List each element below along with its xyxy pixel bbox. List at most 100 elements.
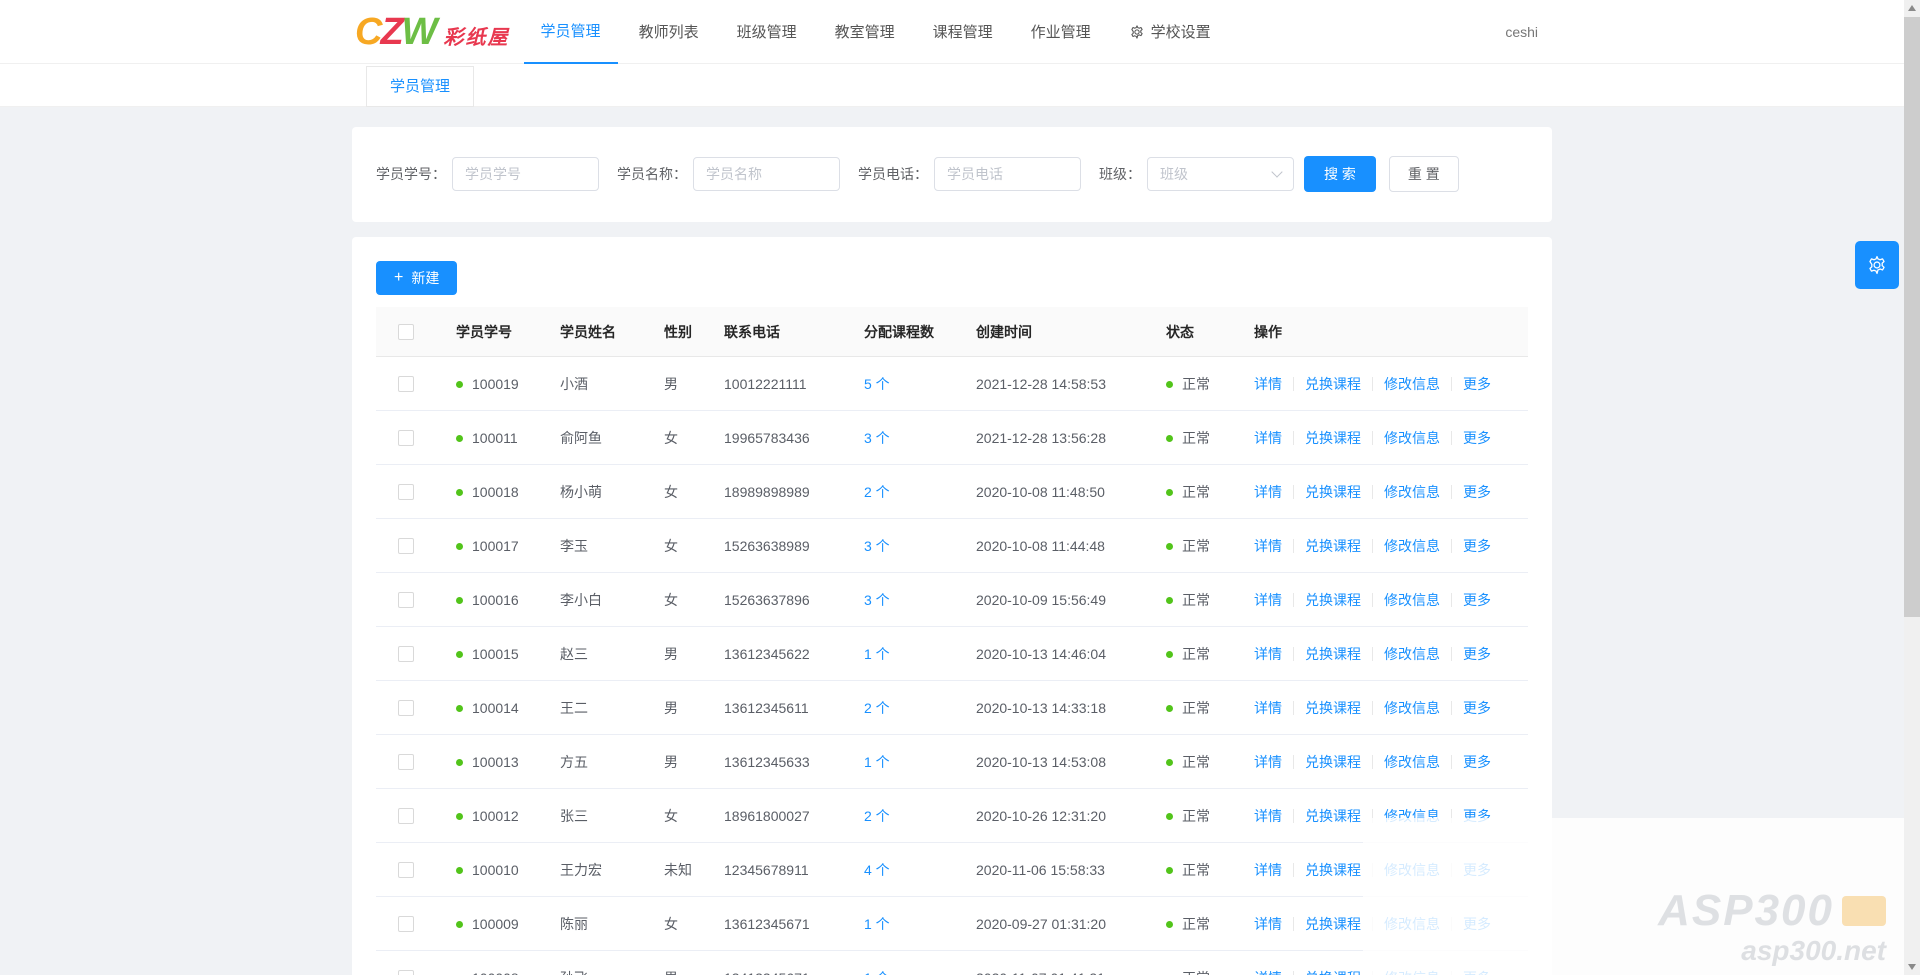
action-exchange-course[interactable]: 兑换课程 <box>1305 538 1361 554</box>
filter-input[interactable] <box>693 157 840 191</box>
action-detail[interactable]: 详情 <box>1254 970 1282 975</box>
student-id: 100015 <box>472 646 519 662</box>
cell-created-time: 2020-10-13 14:46:04 <box>960 646 1150 662</box>
action-more[interactable]: 更多 <box>1463 592 1491 608</box>
action-detail[interactable]: 详情 <box>1254 862 1282 878</box>
row-checkbox[interactable] <box>398 376 414 392</box>
courses-count-link[interactable]: 2 个 <box>864 484 890 500</box>
row-checkbox[interactable] <box>398 646 414 662</box>
student-id: 100018 <box>472 484 519 500</box>
action-detail[interactable]: 详情 <box>1254 376 1282 392</box>
tab-student-management[interactable]: 学员管理 <box>366 66 474 107</box>
action-more[interactable]: 更多 <box>1463 754 1491 770</box>
student-id: 100013 <box>472 754 519 770</box>
nav-item[interactable]: 教室管理 <box>818 0 912 64</box>
action-detail[interactable]: 详情 <box>1254 916 1282 932</box>
student-id: 100011 <box>472 430 518 446</box>
scroll-down-arrow[interactable] <box>1904 959 1920 975</box>
select-all-checkbox[interactable] <box>398 324 414 340</box>
user-name[interactable]: ceshi <box>1505 24 1538 40</box>
action-exchange-course[interactable]: 兑换课程 <box>1305 970 1361 975</box>
courses-count-link[interactable]: 4 个 <box>864 862 890 878</box>
class-select[interactable]: 班级 <box>1147 157 1294 191</box>
nav-item[interactable]: 学员管理 <box>524 0 618 64</box>
cell-status: 正常 <box>1150 644 1238 664</box>
action-more[interactable]: 更多 <box>1463 646 1491 662</box>
action-exchange-course[interactable]: 兑换课程 <box>1305 376 1361 392</box>
action-detail[interactable]: 详情 <box>1254 754 1282 770</box>
create-button[interactable]: + 新建 <box>376 261 457 295</box>
reset-button[interactable]: 重 置 <box>1389 156 1459 192</box>
courses-count-link[interactable]: 2 个 <box>864 808 890 824</box>
nav-item[interactable]: 作业管理 <box>1014 0 1108 64</box>
courses-count-link[interactable]: 5 个 <box>864 376 890 392</box>
action-edit-info[interactable]: 修改信息 <box>1384 430 1440 446</box>
scroll-up-arrow[interactable] <box>1904 0 1920 16</box>
courses-count-link[interactable]: 3 个 <box>864 430 890 446</box>
action-edit-info[interactable]: 修改信息 <box>1384 592 1440 608</box>
action-more[interactable]: 更多 <box>1463 700 1491 716</box>
row-checkbox[interactable] <box>398 484 414 500</box>
action-detail[interactable]: 详情 <box>1254 808 1282 824</box>
row-checkbox[interactable] <box>398 700 414 716</box>
nav-item[interactable]: 教师列表 <box>622 0 716 64</box>
app-logo[interactable]: C Z W 彩纸屋 <box>355 13 510 51</box>
filter-input[interactable] <box>452 157 599 191</box>
row-checkbox[interactable] <box>398 430 414 446</box>
courses-count-link[interactable]: 1 个 <box>864 754 890 770</box>
action-edit-info[interactable]: 修改信息 <box>1384 538 1440 554</box>
status-label: 正常 <box>1182 484 1210 500</box>
cell-courses: 1 个 <box>848 914 960 934</box>
action-detail[interactable]: 详情 <box>1254 430 1282 446</box>
action-detail[interactable]: 详情 <box>1254 700 1282 716</box>
filter-input[interactable] <box>934 157 1081 191</box>
action-more[interactable]: 更多 <box>1463 484 1491 500</box>
action-more[interactable]: 更多 <box>1463 538 1491 554</box>
action-detail[interactable]: 详情 <box>1254 484 1282 500</box>
action-more[interactable]: 更多 <box>1463 376 1491 392</box>
nav-item[interactable]: 学校设置 <box>1112 0 1228 64</box>
action-detail[interactable]: 详情 <box>1254 646 1282 662</box>
status-dot-icon <box>1166 435 1173 442</box>
action-edit-info[interactable]: 修改信息 <box>1384 484 1440 500</box>
row-checkbox[interactable] <box>398 754 414 770</box>
action-exchange-course[interactable]: 兑换课程 <box>1305 754 1361 770</box>
courses-count-link[interactable]: 3 个 <box>864 538 890 554</box>
action-exchange-course[interactable]: 兑换课程 <box>1305 646 1361 662</box>
action-exchange-course[interactable]: 兑换课程 <box>1305 808 1361 824</box>
action-exchange-course[interactable]: 兑换课程 <box>1305 862 1361 878</box>
courses-count-link[interactable]: 1 个 <box>864 646 890 662</box>
action-detail[interactable]: 详情 <box>1254 538 1282 554</box>
row-checkbox[interactable] <box>398 916 414 932</box>
filter-label: 学员名称： <box>617 164 687 184</box>
nav-item[interactable]: 课程管理 <box>916 0 1010 64</box>
search-button[interactable]: 搜 索 <box>1304 156 1376 192</box>
action-exchange-course[interactable]: 兑换课程 <box>1305 592 1361 608</box>
action-exchange-course[interactable]: 兑换课程 <box>1305 700 1361 716</box>
nav-item[interactable]: 班级管理 <box>720 0 814 64</box>
action-divider <box>1372 377 1373 391</box>
action-edit-info[interactable]: 修改信息 <box>1384 646 1440 662</box>
row-checkbox[interactable] <box>398 538 414 554</box>
action-edit-info[interactable]: 修改信息 <box>1384 700 1440 716</box>
row-checkbox[interactable] <box>398 862 414 878</box>
cell-created-time: 2020-10-13 14:33:18 <box>960 700 1150 716</box>
settings-fab[interactable] <box>1855 241 1899 289</box>
scrollbar-thumb[interactable] <box>1904 17 1920 617</box>
courses-count-link[interactable]: 1 个 <box>864 916 890 932</box>
action-exchange-course[interactable]: 兑换课程 <box>1305 484 1361 500</box>
cell-phone: 19965783436 <box>708 430 848 446</box>
courses-count-link[interactable]: 2 个 <box>864 700 890 716</box>
action-detail[interactable]: 详情 <box>1254 592 1282 608</box>
scrollbar[interactable] <box>1904 0 1920 975</box>
action-edit-info[interactable]: 修改信息 <box>1384 376 1440 392</box>
action-more[interactable]: 更多 <box>1463 430 1491 446</box>
courses-count-link[interactable]: 3 个 <box>864 592 890 608</box>
row-checkbox[interactable] <box>398 808 414 824</box>
row-checkbox[interactable] <box>398 592 414 608</box>
action-exchange-course[interactable]: 兑换课程 <box>1305 916 1361 932</box>
action-edit-info[interactable]: 修改信息 <box>1384 754 1440 770</box>
courses-count-link[interactable]: 1 个 <box>864 970 890 975</box>
action-exchange-course[interactable]: 兑换课程 <box>1305 430 1361 446</box>
row-checkbox[interactable] <box>398 970 414 975</box>
